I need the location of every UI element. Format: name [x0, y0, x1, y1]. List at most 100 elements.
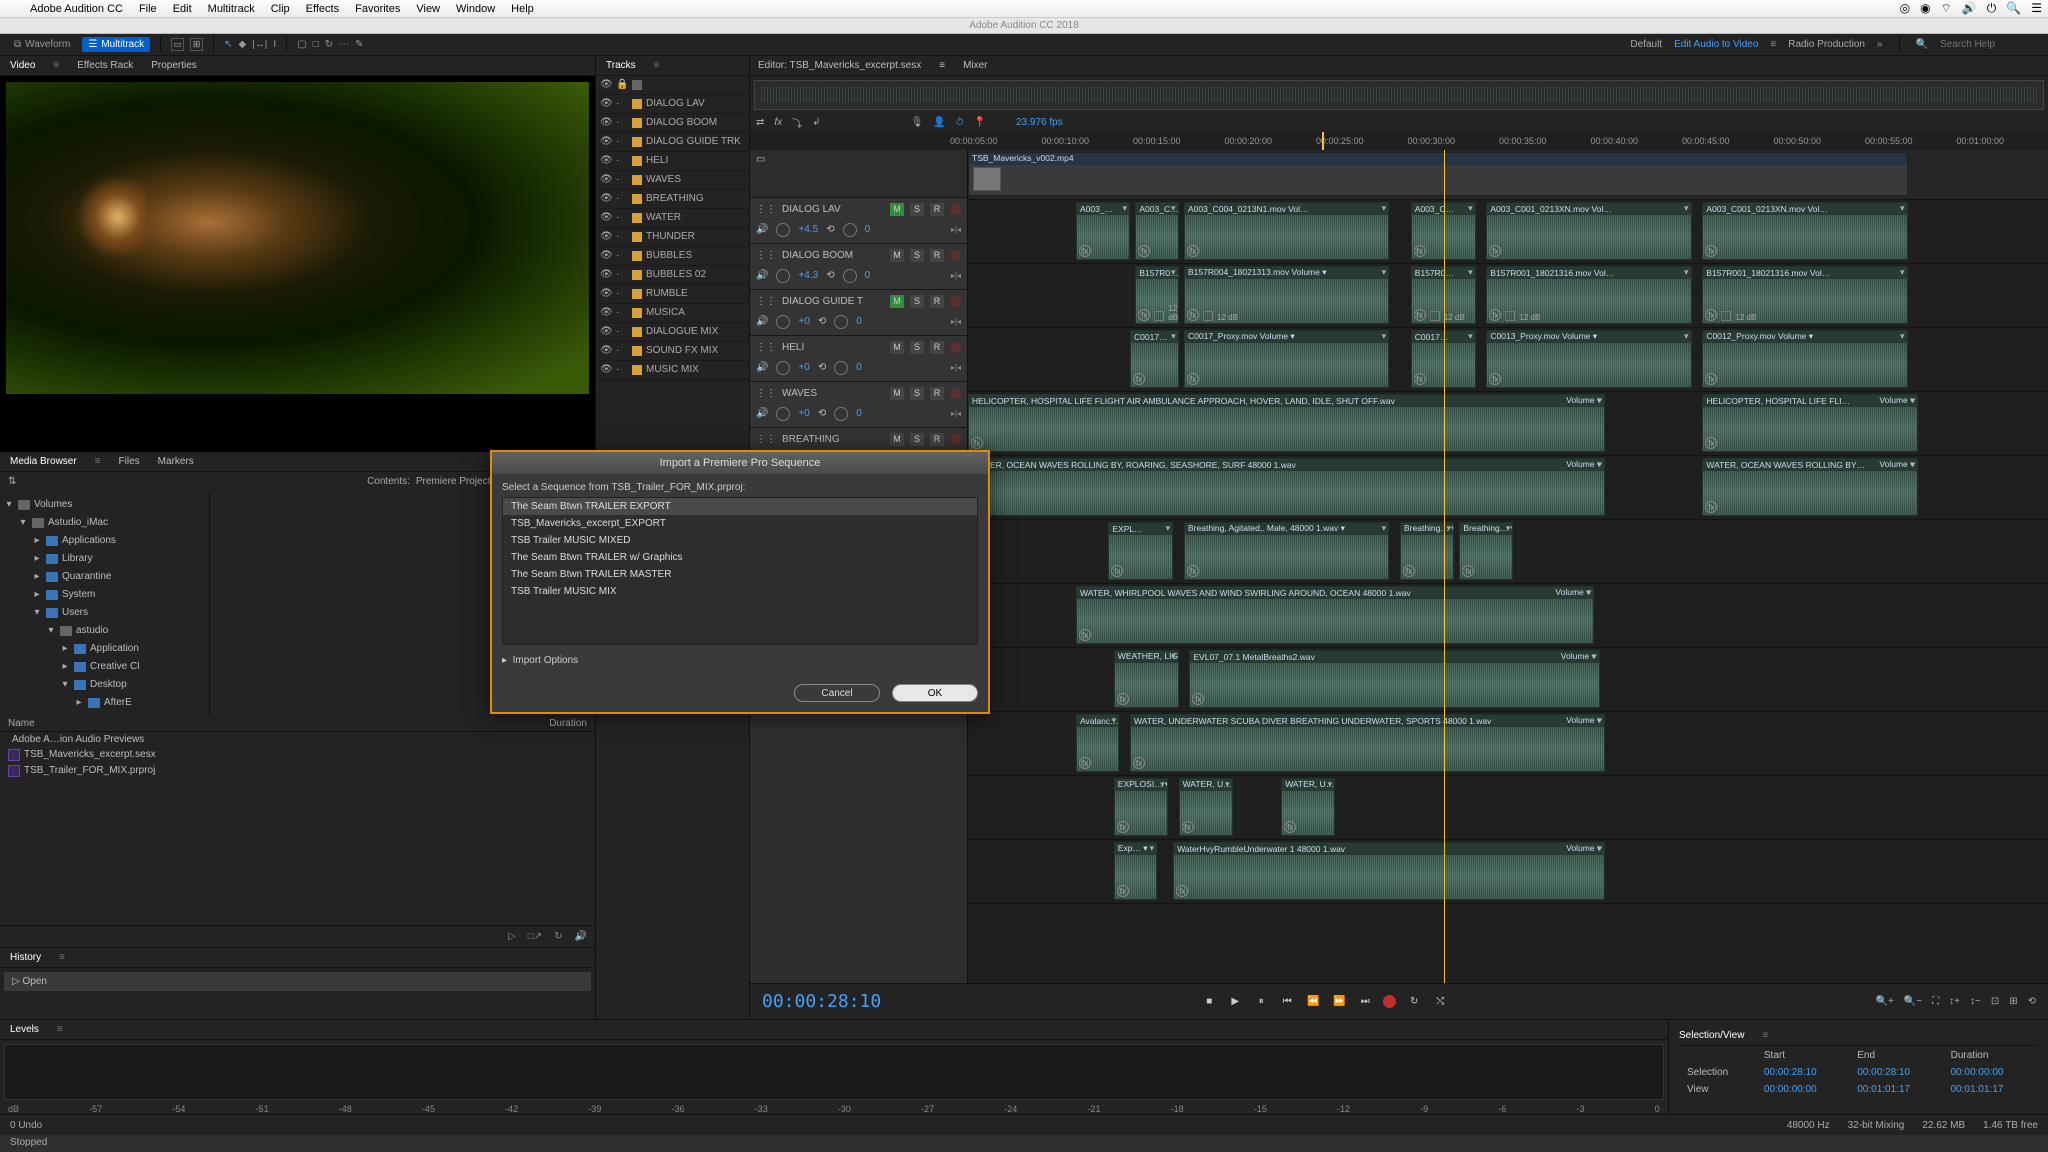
track-list-item[interactable]: 👁·WATER [596, 209, 749, 228]
clip-menu-icon[interactable]: ▾ [1684, 331, 1689, 342]
arm-button[interactable]: R [930, 295, 944, 308]
time-ruler[interactable]: 00:00:05:0000:00:10:0000:00:15:0000:00:2… [750, 132, 2048, 150]
clip-fx-icon[interactable]: fx [1182, 821, 1194, 833]
arm-button[interactable]: R [930, 341, 944, 354]
sequence-list-item[interactable]: TSB Trailer MUSIC MIX [503, 583, 977, 600]
audio-clip[interactable]: WaterHvyRumbleUnderwater 1 48000 1.wavVo… [1173, 842, 1605, 900]
tab-selection-view[interactable]: Selection/View [1679, 1030, 1744, 1041]
zoom-sel-icon[interactable]: ⊡ [1991, 996, 1999, 1007]
clip-menu-icon[interactable]: ▾ [1598, 459, 1603, 470]
workspace-chevrons-icon[interactable]: » [1877, 39, 1883, 50]
spotlight-icon[interactable]: 🔍 [2006, 1, 2021, 16]
zoom-out-v-icon[interactable]: ↕− [1970, 996, 1981, 1007]
volume-icon[interactable]: 🔊 [1962, 1, 1977, 16]
audio-clip[interactable]: WATER, OCEAN WAVES ROLLING BY…Volume ▾fx… [1702, 458, 1918, 516]
sequence-list-item[interactable]: TSB Trailer MUSIC MIXED [503, 532, 977, 549]
tree-node[interactable]: ▸Application [0, 640, 209, 658]
lock-icon[interactable]: · [616, 117, 628, 128]
clip-menu-icon[interactable]: ▾ [1900, 267, 1905, 278]
clip-menu-icon[interactable]: ▾ [1598, 395, 1603, 406]
clip-menu-icon[interactable]: ▾ [1122, 203, 1127, 214]
tree-node[interactable]: ▾Users [0, 604, 209, 622]
eye-icon[interactable]: 👁 [600, 307, 612, 318]
tool-1[interactable]: ▭ [171, 38, 184, 51]
lock-icon[interactable]: · [616, 288, 628, 299]
tree-node[interactable]: ▾Desktop [0, 676, 209, 694]
track-list-item[interactable]: 👁·DIALOGUE MIX [596, 323, 749, 342]
multitrack-mode-button[interactable]: ☰Multitrack [82, 37, 150, 52]
panel-menu-icon[interactable]: ≡ [1762, 1030, 1768, 1041]
audio-clip[interactable]: A003_C…fx▾ [1135, 202, 1178, 260]
clip-menu-icon[interactable]: ▾ [1382, 523, 1387, 534]
tree-node[interactable]: ▸AfterE [0, 694, 209, 712]
video-lane[interactable]: TSB_Mavericks_v002.mp4 [968, 150, 2048, 200]
sequence-list-item[interactable]: The Seam Btwn TRAILER w/ Graphics [503, 549, 977, 566]
selection-start[interactable]: 00:00:28:10 [1758, 1065, 1849, 1080]
clip-fx-icon[interactable]: fx [1176, 885, 1188, 897]
audio-clip[interactable]: C0017…fx▾ [1130, 330, 1179, 388]
pan-value[interactable]: 0 [856, 408, 862, 419]
track-list-item[interactable]: 👁·HELI [596, 152, 749, 171]
media-browser-list[interactable]: NameDuration Adobe A…ion Audio PreviewsT… [0, 716, 595, 925]
tab-properties[interactable]: Properties [151, 60, 197, 71]
workspace-default[interactable]: Default [1630, 39, 1662, 50]
overview-waveform[interactable] [754, 80, 2044, 110]
clip-fx-icon[interactable]: fx [1079, 629, 1091, 641]
audio-clip[interactable]: A003_C001_0213XN.mov Vol…fx▾ [1702, 202, 1907, 260]
lock-icon[interactable]: · [616, 193, 628, 204]
forward-button[interactable]: ⏩ [1331, 996, 1347, 1007]
tool-a[interactable]: ▢ [297, 39, 306, 50]
track-list-item[interactable]: 👁·DIALOG GUIDE TRK [596, 133, 749, 152]
tab-mixer[interactable]: Mixer [963, 60, 987, 71]
read-mode-button[interactable]: ▸|◂ [951, 363, 961, 372]
go-end-button[interactable]: ⏭ [1357, 996, 1373, 1007]
env-icon[interactable]: ⤵ [792, 115, 802, 130]
track-header[interactable]: ⋮⋮HELIMSR 🔊+0⟲0▸|◂ [750, 336, 967, 382]
clip-volume-label[interactable]: Volume ▾ [1566, 395, 1601, 406]
input-monitor-icon[interactable] [950, 434, 961, 445]
clip-menu-icon[interactable]: ▾ [1911, 459, 1916, 470]
pan-knob[interactable] [843, 269, 857, 283]
solo-button[interactable]: S [910, 203, 924, 216]
panel-menu-icon[interactable]: ≡ [57, 1024, 63, 1035]
wifi-icon[interactable]: ⌔ [1941, 1, 1952, 16]
track-header[interactable]: ⋮⋮DIALOG LAVMSR 🔊+4.5⟲0▸|◂ [750, 198, 967, 244]
snap-icon[interactable]: ⇄ [756, 117, 764, 128]
eye-icon[interactable]: 👁 [600, 98, 612, 109]
search-icon[interactable]: 🔍 [1916, 39, 1928, 50]
clip-menu-icon[interactable]: ▾ [1382, 331, 1387, 342]
audio-clip[interactable]: C0017_Proxy.mov Volume ▾fx▾ [1184, 330, 1389, 388]
read-mode-button[interactable]: ▸|◂ [951, 409, 961, 418]
clip-menu-icon[interactable]: ▾ [1171, 203, 1176, 214]
clip-fx-icon[interactable]: fx [1133, 757, 1145, 769]
zoom-all-icon[interactable]: ⊞ [2009, 996, 2017, 1007]
sequence-list[interactable]: The Seam Btwn TRAILER EXPORTTSB_Maverick… [502, 497, 978, 645]
track-list-item[interactable]: 👁·MUSIC MIX [596, 361, 749, 380]
eye-icon[interactable]: 👁 [600, 117, 612, 128]
clip-volume-label[interactable]: Volume ▾ [1566, 715, 1601, 726]
clip-volume-label[interactable]: Volume ▾ [1879, 459, 1914, 470]
audio-clip[interactable]: A003_…fx▾ [1076, 202, 1130, 260]
clip-volume-label[interactable]: Volume ▾ [1566, 843, 1601, 854]
eye-icon[interactable]: 👁 [600, 155, 612, 166]
lock-icon[interactable]: · [616, 155, 628, 166]
clip-menu-icon[interactable]: ▾ [1468, 267, 1473, 278]
zoom-fit-icon[interactable]: ⛶ [1932, 996, 1939, 1007]
slip-tool-icon[interactable]: |↔| [252, 39, 267, 50]
audio-clip[interactable]: WATER, OCEAN WAVES ROLLING BY, ROARING, … [968, 458, 1605, 516]
clip-fx-icon[interactable]: fx [1414, 373, 1426, 385]
audio-clip[interactable]: EXPLOSI… ▾fx▾ [1114, 778, 1168, 836]
tab-media-browser[interactable]: Media Browser [10, 456, 77, 467]
gain-value[interactable]: +4.3 [798, 270, 818, 281]
solo-button[interactable]: S [910, 341, 924, 354]
grip-icon[interactable]: ⋮⋮ [756, 204, 776, 215]
input-monitor-icon[interactable] [950, 250, 961, 261]
menu-file[interactable]: File [131, 3, 165, 15]
clip-fx-icon[interactable]: fx [1079, 757, 1091, 769]
app-menu[interactable]: Adobe Audition CC [22, 3, 131, 15]
zoom-out-h-icon[interactable]: 🔍− [1904, 996, 1922, 1007]
eye-icon[interactable]: 👁 [600, 231, 612, 242]
tree-node[interactable]: ▸Applications [0, 532, 209, 550]
mute-button[interactable]: M [890, 295, 904, 308]
filter-icon[interactable]: ⇅ [8, 476, 16, 487]
